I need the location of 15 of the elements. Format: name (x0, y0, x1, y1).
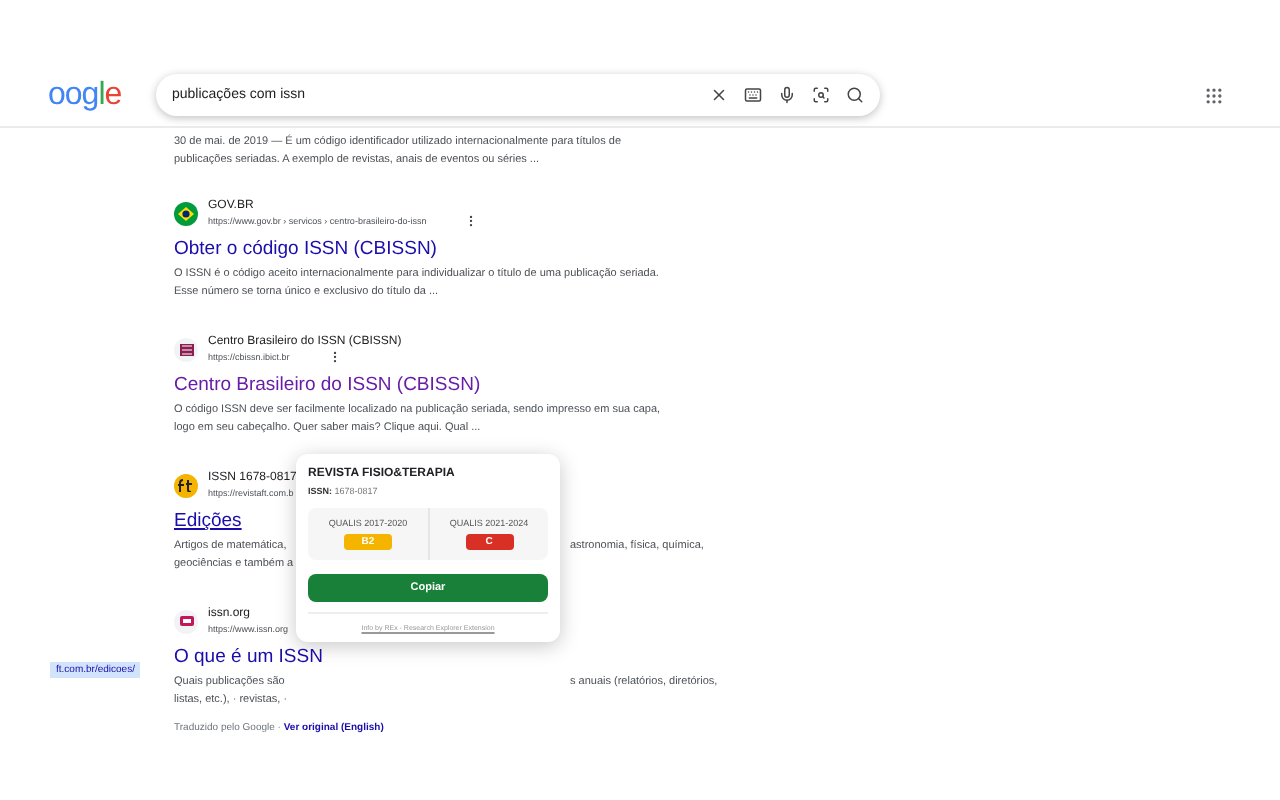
lens-icon[interactable] (812, 86, 830, 104)
result-title-link[interactable]: Centro Brasileiro do ISSN (CBISSN) (174, 372, 481, 398)
close-icon[interactable] (710, 86, 728, 104)
google-logo[interactable]: oogle (48, 74, 156, 116)
keyboard-icon[interactable] (744, 86, 762, 104)
issn-logo-icon (174, 609, 198, 633)
ft-logo-icon (174, 473, 198, 497)
mic-icon[interactable] (778, 86, 796, 104)
grid-icon (174, 337, 198, 361)
search-icon[interactable] (846, 86, 864, 104)
apps-grid-icon[interactable] (1204, 85, 1224, 105)
result-title-link[interactable]: Obter o código ISSN (CBISSN) (174, 236, 437, 262)
flag-icon (174, 201, 198, 225)
result-title-link[interactable]: O que é um ISSN (174, 644, 323, 670)
result-title-link[interactable]: Edições (174, 508, 242, 534)
